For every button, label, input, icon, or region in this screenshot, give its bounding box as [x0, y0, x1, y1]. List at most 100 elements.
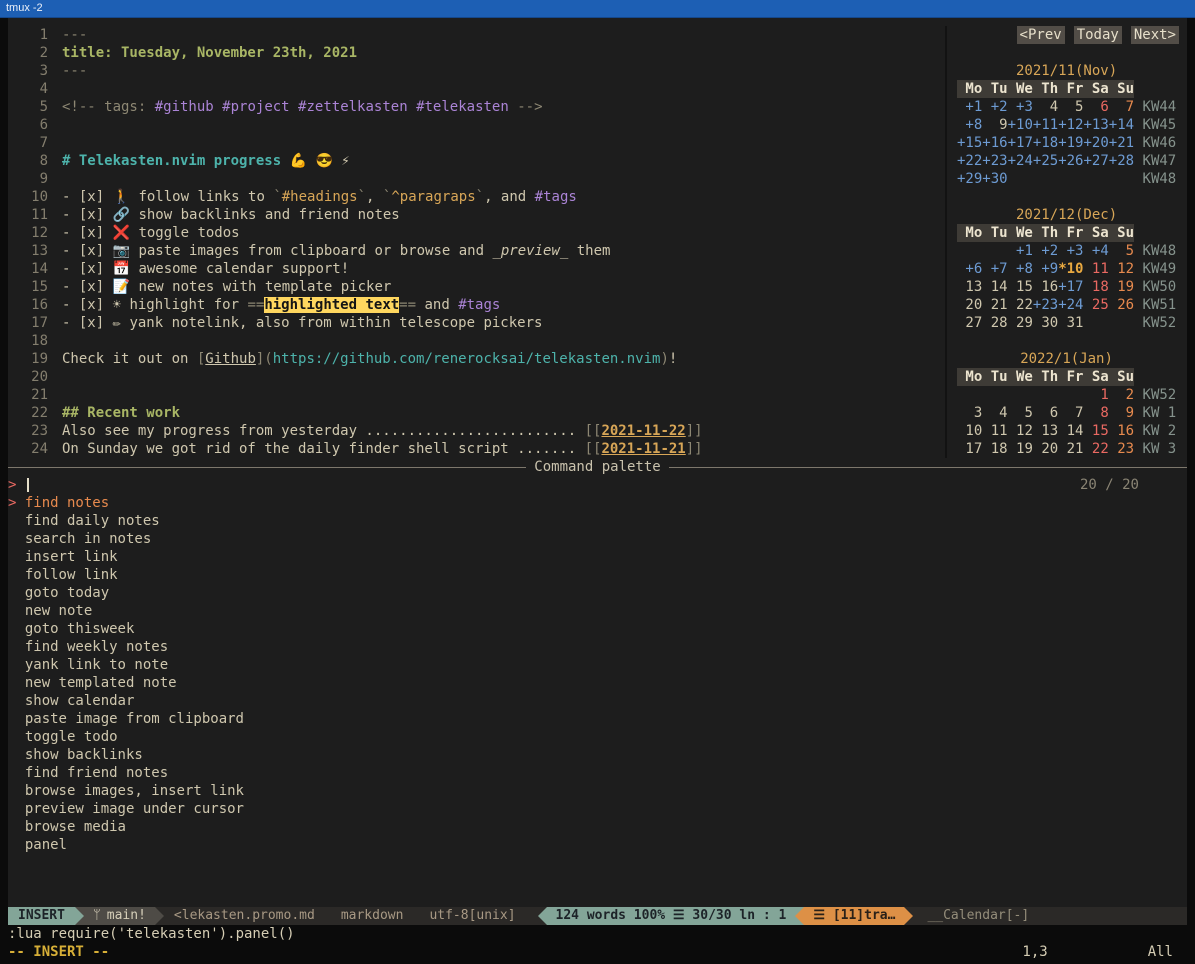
palette-item[interactable]: browse media: [8, 818, 1187, 836]
editor-pane[interactable]: 1---2title: Tuesday, November 23th, 2021…: [8, 26, 945, 458]
calendar-day[interactable]: +11: [1033, 117, 1058, 133]
editor-line[interactable]: 4: [8, 80, 945, 98]
calendar-day[interactable]: 7: [1109, 99, 1134, 115]
palette-item[interactable]: search in notes: [8, 530, 1187, 548]
calendar-day[interactable]: *10: [1058, 261, 1083, 277]
calendar-day[interactable]: 21: [1058, 441, 1083, 457]
calendar-day[interactable]: +12: [1058, 117, 1083, 133]
calendar-day[interactable]: +7: [982, 261, 1007, 277]
calendar-day[interactable]: +3: [1058, 243, 1083, 259]
calendar-day[interactable]: 22: [1083, 441, 1108, 457]
editor-line[interactable]: 24On Sunday we got rid of the daily find…: [8, 440, 945, 458]
calendar-day[interactable]: 8: [1083, 405, 1108, 421]
calendar-day[interactable]: 28: [982, 315, 1007, 331]
editor-line[interactable]: 11- [x] 🔗 show backlinks and friend note…: [8, 206, 945, 224]
calendar-day[interactable]: 13: [957, 279, 982, 295]
calendar-day[interactable]: 19: [1109, 279, 1134, 295]
calendar-day[interactable]: +10: [1008, 117, 1033, 133]
editor-line[interactable]: 9: [8, 170, 945, 188]
palette-item[interactable]: show backlinks: [8, 746, 1187, 764]
calendar-day[interactable]: +24: [1058, 297, 1083, 313]
calendar-day[interactable]: 5: [1008, 405, 1033, 421]
calendar-day[interactable]: 3: [957, 405, 982, 421]
calendar-day[interactable]: 20: [957, 297, 982, 313]
palette-item[interactable]: preview image under cursor: [8, 800, 1187, 818]
calendar-day[interactable]: 23: [1109, 441, 1134, 457]
palette-item[interactable]: show calendar: [8, 692, 1187, 710]
calendar-day[interactable]: +21: [1109, 135, 1134, 151]
editor-line[interactable]: 17- [x] ✏ yank notelink, also from withi…: [8, 314, 945, 332]
calendar-day[interactable]: 11: [982, 423, 1007, 439]
editor-line[interactable]: 7: [8, 134, 945, 152]
calendar-day[interactable]: 6: [1083, 99, 1108, 115]
palette-item[interactable]: find friend notes: [8, 764, 1187, 782]
calendar-day[interactable]: +2: [982, 99, 1007, 115]
calendar-day[interactable]: 4: [1033, 99, 1058, 115]
calendar-day[interactable]: +1: [1008, 243, 1033, 259]
calendar-day[interactable]: +24: [1008, 153, 1033, 169]
command-line[interactable]: :lua require('telekasten').panel(): [8, 925, 1187, 943]
calendar-day[interactable]: +17: [1008, 135, 1033, 151]
calendar-day[interactable]: +15: [957, 135, 982, 151]
calendar-day[interactable]: 16: [1109, 423, 1134, 439]
calendar-day[interactable]: +22: [957, 153, 982, 169]
calendar-today-button[interactable]: Today: [1074, 26, 1122, 44]
calendar-day[interactable]: 9: [1109, 405, 1134, 421]
palette-item[interactable]: goto today: [8, 584, 1187, 602]
calendar-day[interactable]: 14: [982, 279, 1007, 295]
calendar-day[interactable]: +26: [1058, 153, 1083, 169]
calendar-day[interactable]: +20: [1083, 135, 1108, 151]
calendar-day[interactable]: +8: [1008, 261, 1033, 277]
calendar-day[interactable]: 25: [1083, 297, 1108, 313]
palette-item[interactable]: panel: [8, 836, 1187, 854]
calendar-day[interactable]: +14: [1109, 117, 1134, 133]
editor-line[interactable]: 22## Recent work: [8, 404, 945, 422]
calendar-day[interactable]: +23: [982, 153, 1007, 169]
calendar-day[interactable]: 12: [1109, 261, 1134, 277]
calendar-day[interactable]: +23: [1033, 297, 1058, 313]
editor-line[interactable]: 15- [x] 📝 new notes with template picker: [8, 278, 945, 296]
calendar-day[interactable]: +19: [1058, 135, 1083, 151]
calendar-day[interactable]: +16: [982, 135, 1007, 151]
calendar-day[interactable]: 12: [1008, 423, 1033, 439]
calendar-day[interactable]: 10: [957, 423, 982, 439]
calendar-day[interactable]: 16: [1033, 279, 1058, 295]
palette-item[interactable]: goto thisweek: [8, 620, 1187, 638]
palette-item[interactable]: find daily notes: [8, 512, 1187, 530]
calendar-day[interactable]: +4: [1083, 243, 1108, 259]
calendar-day[interactable]: +2: [1033, 243, 1058, 259]
palette-item[interactable]: yank link to note: [8, 656, 1187, 674]
calendar-day[interactable]: 20: [1033, 441, 1058, 457]
calendar-day[interactable]: +6: [957, 261, 982, 277]
calendar-day[interactable]: 7: [1058, 405, 1083, 421]
palette-item[interactable]: follow link: [8, 566, 1187, 584]
calendar-day[interactable]: 31: [1058, 315, 1083, 331]
editor-line[interactable]: 2title: Tuesday, November 23th, 2021: [8, 44, 945, 62]
calendar-next-button[interactable]: Next>: [1131, 26, 1179, 44]
editor-line[interactable]: 6: [8, 116, 945, 134]
palette-item[interactable]: browse images, insert link: [8, 782, 1187, 800]
calendar-day[interactable]: 5: [1109, 243, 1134, 259]
calendar-day[interactable]: 27: [957, 315, 982, 331]
editor-line[interactable]: 16- [x] ☀ highlight for ==highlighted te…: [8, 296, 945, 314]
calendar-day[interactable]: 22: [1008, 297, 1033, 313]
calendar-day[interactable]: 26: [1109, 297, 1134, 313]
editor-line[interactable]: 20: [8, 368, 945, 386]
calendar-day[interactable]: +30: [982, 171, 1007, 187]
calendar-day[interactable]: +13: [1083, 117, 1108, 133]
calendar-day[interactable]: 19: [1008, 441, 1033, 457]
editor-line[interactable]: 5<!-- tags: #github #project #zettelkast…: [8, 98, 945, 116]
calendar-day[interactable]: 5: [1058, 99, 1083, 115]
palette-item[interactable]: toggle todo: [8, 728, 1187, 746]
calendar-day[interactable]: 9: [982, 117, 1007, 133]
calendar-day[interactable]: 29: [1008, 315, 1033, 331]
editor-line[interactable]: 12- [x] ❌ toggle todos: [8, 224, 945, 242]
editor-line[interactable]: 8# Telekasten.nvim progress 💪 😎 ⚡: [8, 152, 945, 170]
editor-line[interactable]: 14- [x] 📅 awesome calendar support!: [8, 260, 945, 278]
calendar-day[interactable]: 21: [982, 297, 1007, 313]
editor-line[interactable]: 18: [8, 332, 945, 350]
calendar-day[interactable]: 18: [1083, 279, 1108, 295]
palette-prompt-input[interactable]: > 20 / 20: [8, 476, 1187, 494]
palette-item[interactable]: insert link: [8, 548, 1187, 566]
editor-line[interactable]: 1---: [8, 26, 945, 44]
